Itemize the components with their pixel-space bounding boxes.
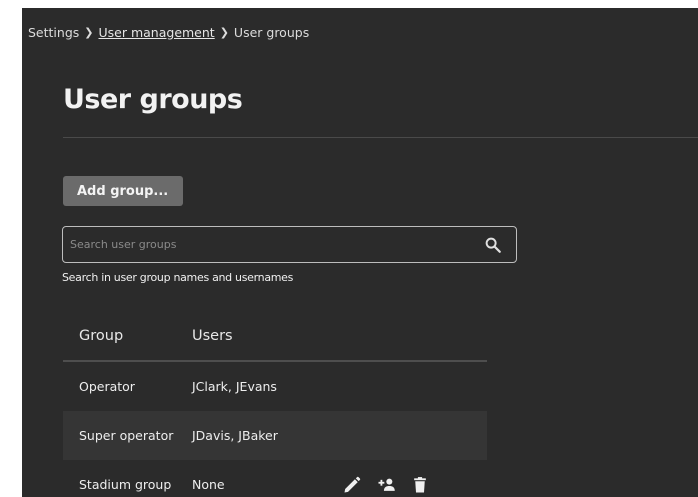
table-header: Group Users xyxy=(63,312,487,362)
users-cell: None xyxy=(192,477,225,492)
breadcrumb-separator-icon: ❯ xyxy=(84,26,94,39)
search-field[interactable] xyxy=(62,226,517,263)
column-header-group[interactable]: Group xyxy=(63,328,192,344)
breadcrumb: Settings ❯ User management ❯ User groups xyxy=(28,25,309,40)
delete-icon[interactable] xyxy=(410,475,430,495)
column-header-users[interactable]: Users xyxy=(192,328,342,344)
search-input[interactable] xyxy=(63,227,463,262)
table-row[interactable]: Super operator JDavis, JBaker xyxy=(63,411,487,460)
group-name-cell: Super operator xyxy=(79,428,174,443)
breadcrumb-user-management-link[interactable]: User management xyxy=(99,25,215,40)
title-divider xyxy=(63,137,698,138)
row-actions xyxy=(342,475,487,495)
group-name-cell: Operator xyxy=(79,379,135,394)
search-helper-text: Search in user group names and usernames xyxy=(62,271,294,284)
page-title: User groups xyxy=(63,84,243,115)
user-groups-table: Group Users Operator JClark, JEvans Supe… xyxy=(63,312,487,497)
add-user-icon[interactable] xyxy=(376,475,396,495)
breadcrumb-current: User groups xyxy=(233,25,310,40)
table-row[interactable]: Operator JClark, JEvans xyxy=(63,362,487,411)
users-cell: JClark, JEvans xyxy=(192,379,277,394)
breadcrumb-separator-icon: ❯ xyxy=(219,26,229,39)
edit-icon[interactable] xyxy=(342,475,362,495)
users-cell: JDavis, JBaker xyxy=(192,428,278,443)
user-groups-page: Settings ❯ User management ❯ User groups… xyxy=(22,8,698,497)
add-group-button[interactable]: Add group... xyxy=(63,176,183,206)
group-name-cell: Stadium group xyxy=(79,477,172,492)
search-icon[interactable] xyxy=(484,236,502,254)
table-row[interactable]: Stadium group None xyxy=(63,460,487,497)
breadcrumb-settings[interactable]: Settings xyxy=(28,25,79,40)
